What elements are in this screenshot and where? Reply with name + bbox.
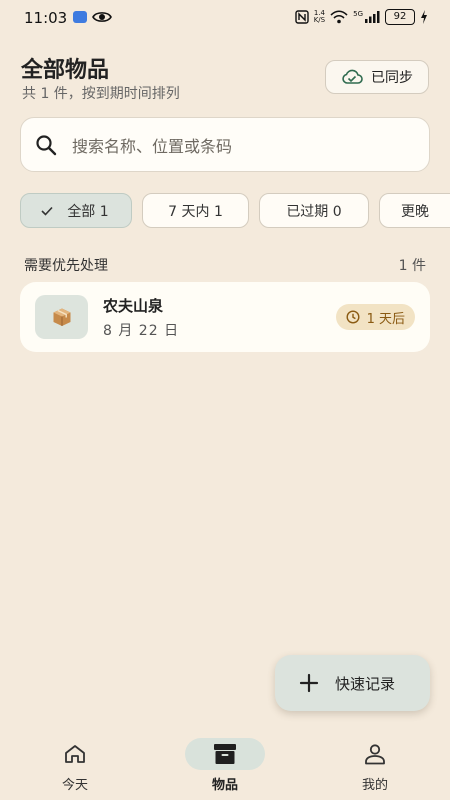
page-subtitle: 共 1 件，按到期时间排列 bbox=[22, 86, 180, 102]
nav-item-items[interactable]: 物品 bbox=[150, 730, 300, 800]
nav-item-today[interactable]: 今天 bbox=[0, 730, 150, 800]
eye-icon bbox=[92, 12, 112, 22]
nav-item-profile[interactable]: 我的 bbox=[300, 730, 450, 800]
item-thumbnail bbox=[35, 295, 88, 339]
filter-chip-label: 7 天内 1 bbox=[168, 203, 223, 220]
status-bar: 11:03 1.4 K/S 5G 92 bbox=[0, 0, 450, 34]
plus-icon bbox=[299, 673, 319, 693]
nav-label-profile: 我的 bbox=[361, 778, 388, 793]
nav-label-today: 今天 bbox=[61, 778, 88, 793]
section-title: 需要优先处理 bbox=[24, 258, 108, 274]
bottom-navigation: 今天 物品 我的 bbox=[0, 730, 450, 800]
filter-chip-label: 更晚 bbox=[401, 203, 429, 220]
quick-add-label: 快速记录 bbox=[335, 674, 396, 693]
network-type: 5G bbox=[353, 10, 363, 18]
clock-icon bbox=[346, 310, 360, 324]
list-item[interactable]: 农夫山泉 8 月 22 日 1 天后 bbox=[20, 282, 430, 352]
app-notification-icon bbox=[73, 11, 87, 23]
box-icon bbox=[53, 308, 71, 326]
section-count: 1 件 bbox=[398, 258, 426, 274]
cloud-check-icon bbox=[342, 69, 363, 84]
charging-icon bbox=[421, 10, 427, 24]
search-icon bbox=[36, 134, 57, 155]
archive-icon bbox=[214, 744, 236, 764]
expiry-badge-label: 1 天后 bbox=[366, 311, 405, 327]
battery-indicator: 92 bbox=[385, 9, 415, 25]
net-speed: 1.4 K/S bbox=[314, 10, 325, 24]
search-placeholder: 搜索名称、位置或条码 bbox=[72, 136, 233, 156]
filter-chip-later[interactable]: 更晚 bbox=[379, 193, 450, 228]
home-icon bbox=[65, 745, 85, 763]
signal-icon bbox=[365, 11, 380, 23]
nav-icon-wrap bbox=[335, 738, 415, 770]
nfc-icon bbox=[295, 10, 309, 24]
filter-chip-7days[interactable]: 7 天内 1 bbox=[142, 193, 249, 228]
quick-add-button[interactable]: 快速记录 bbox=[275, 655, 430, 711]
filter-chip-all[interactable]: 全部 1 bbox=[20, 193, 132, 228]
sync-status-label: 已同步 bbox=[371, 70, 413, 86]
filter-chip-label: 已过期 0 bbox=[286, 203, 342, 220]
nav-label-items: 物品 bbox=[211, 778, 238, 793]
sync-status-button[interactable]: 已同步 bbox=[325, 60, 429, 94]
check-icon bbox=[41, 206, 53, 216]
search-input[interactable]: 搜索名称、位置或条码 bbox=[20, 117, 430, 172]
filter-chip-expired[interactable]: 已过期 0 bbox=[259, 193, 369, 228]
person-icon bbox=[365, 744, 385, 765]
net-speed-unit: K/S bbox=[313, 16, 326, 24]
wifi-icon bbox=[330, 10, 348, 24]
item-expiry-date: 8 月 22 日 bbox=[103, 323, 180, 339]
filter-chip-label: 全部 1 bbox=[67, 203, 109, 220]
expiry-badge: 1 天后 bbox=[335, 304, 415, 330]
page-title: 全部物品 bbox=[21, 58, 110, 83]
item-name: 农夫山泉 bbox=[103, 297, 164, 315]
nav-icon-wrap bbox=[185, 738, 265, 770]
filter-chips: 全部 1 7 天内 1 已过期 0 更晚 bbox=[20, 193, 450, 229]
status-time: 11:03 bbox=[24, 9, 68, 27]
nav-icon-wrap bbox=[35, 738, 115, 770]
